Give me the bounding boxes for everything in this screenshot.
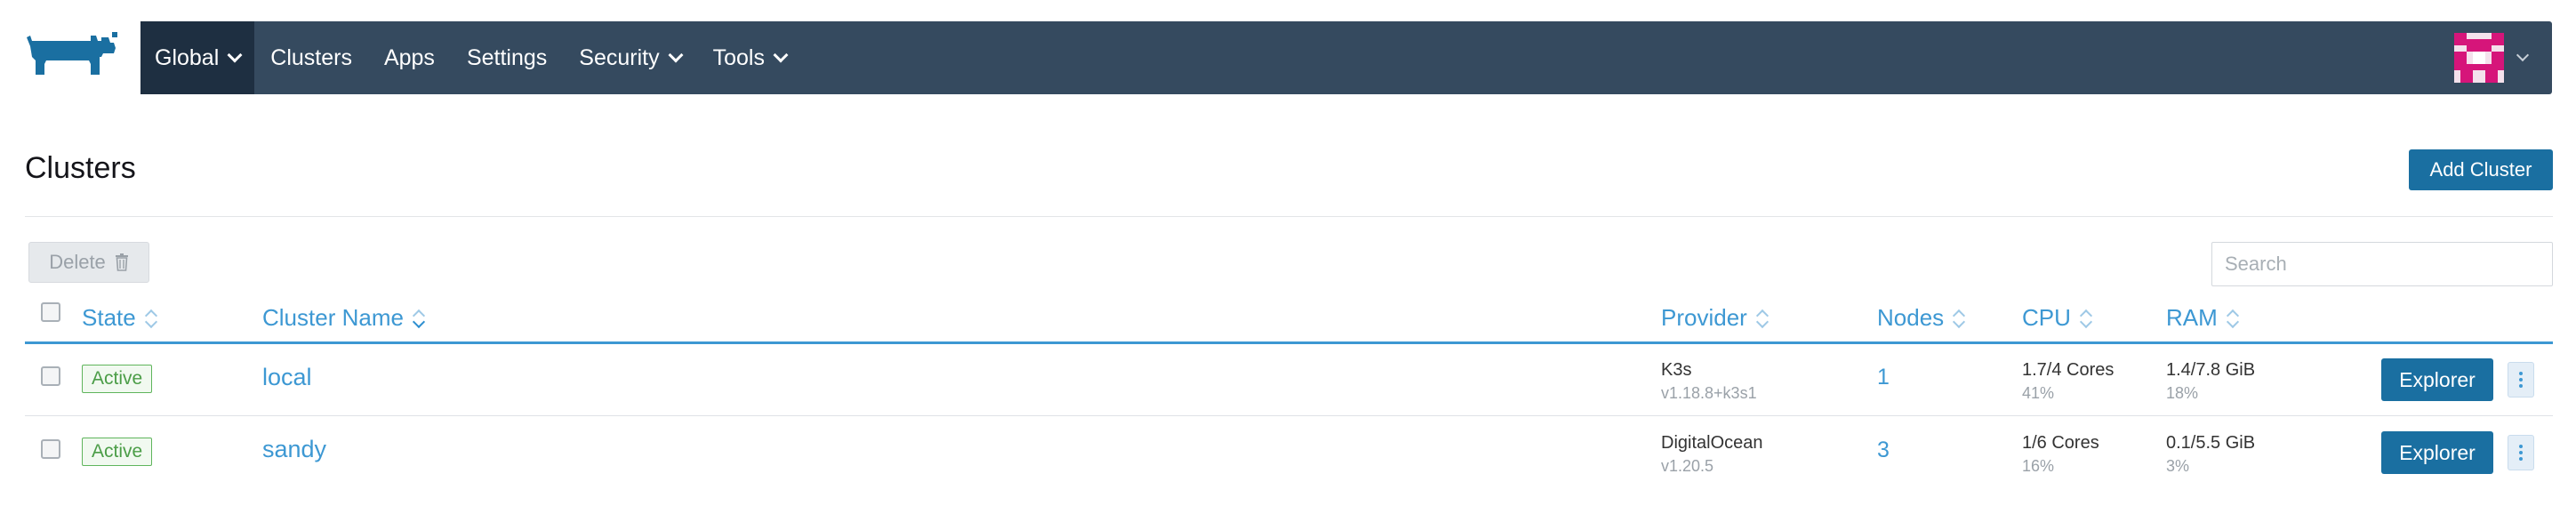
nav-item-label: Tools (712, 44, 765, 70)
row-divider (25, 415, 2553, 416)
nav-item-tools[interactable]: Tools (697, 21, 802, 94)
column-header-ram[interactable]: RAM (2166, 304, 2239, 332)
column-header-label: RAM (2166, 304, 2218, 331)
nav-item-clusters[interactable]: Clusters (254, 21, 368, 94)
nav-item-label: Global (155, 44, 220, 70)
column-header-label: CPU (2022, 304, 2071, 331)
trash-icon (115, 253, 128, 271)
nodes-count-link[interactable]: 3 (1877, 438, 1890, 463)
add-cluster-button[interactable]: Add Cluster (2409, 149, 2553, 190)
cpu-usage: 1/6 Cores (2022, 433, 2099, 453)
column-header-label: Nodes (1877, 304, 1945, 331)
nav-item-settings[interactable]: Settings (451, 21, 563, 94)
column-header-label: State (82, 304, 136, 331)
nav-item-global[interactable]: Global (140, 21, 255, 94)
nav-item-label: Apps (383, 44, 435, 70)
top-nav: Global Clusters Apps Settings Security T… (140, 21, 2552, 94)
delete-button-label: Delete (49, 251, 106, 273)
chevron-down-icon (2516, 48, 2530, 62)
chevron-down-icon (227, 47, 243, 63)
nav-item-security[interactable]: Security (563, 21, 696, 94)
page-title: Clusters (25, 151, 136, 185)
row-checkbox[interactable] (41, 439, 60, 459)
ram-usage: 0.1/5.5 GiB (2166, 433, 2256, 453)
row-actions-button[interactable] (2508, 362, 2534, 398)
chevron-down-icon (668, 47, 684, 63)
table-header-divider (25, 341, 2553, 344)
status-badge: Active (82, 365, 153, 393)
column-header-cpu[interactable]: CPU (2022, 304, 2092, 332)
column-header-provider[interactable]: Provider (1661, 304, 1769, 332)
avatar (2454, 33, 2504, 83)
nav-item-apps[interactable]: Apps (368, 21, 451, 94)
column-header-state[interactable]: State (82, 304, 157, 332)
delete-button[interactable]: Delete (28, 242, 149, 283)
ram-percent: 18% (2166, 384, 2199, 402)
select-all-checkbox[interactable] (41, 302, 60, 322)
sort-icon (2080, 309, 2092, 328)
sort-icon (145, 309, 157, 328)
status-badge: Active (82, 438, 153, 466)
provider-version: v1.18.8+k3s1 (1661, 384, 1757, 402)
sort-icon (413, 309, 425, 328)
nav-item-label: Security (579, 44, 660, 70)
chevron-down-icon (773, 47, 789, 63)
provider-name: DigitalOcean (1661, 433, 1763, 453)
explorer-button[interactable]: Explorer (2381, 358, 2493, 401)
cpu-percent: 41% (2022, 384, 2055, 402)
cluster-name-link[interactable]: local (262, 364, 312, 391)
rancher-logo-icon[interactable] (25, 30, 123, 87)
cluster-name-link[interactable]: sandy (262, 436, 326, 463)
nodes-count-link[interactable]: 1 (1877, 365, 1890, 390)
explorer-button[interactable]: Explorer (2381, 431, 2493, 474)
column-header-label: Cluster Name (262, 304, 404, 331)
provider-version: v1.20.5 (1661, 457, 1714, 475)
sort-icon (1756, 309, 1769, 328)
nav-item-label: Clusters (270, 44, 352, 70)
ram-percent: 3% (2166, 457, 2190, 475)
row-checkbox[interactable] (41, 366, 60, 386)
sort-icon (2227, 309, 2239, 328)
column-header-cluster-name[interactable]: Cluster Name (262, 304, 425, 332)
user-menu[interactable] (2454, 21, 2552, 94)
provider-name: K3s (1661, 360, 1692, 380)
cpu-percent: 16% (2022, 457, 2055, 475)
column-header-nodes[interactable]: Nodes (1877, 304, 1965, 332)
kebab-menu-icon (2519, 445, 2523, 461)
sort-icon (1953, 309, 1965, 328)
divider (25, 216, 2553, 217)
search-input[interactable] (2211, 242, 2553, 286)
cpu-usage: 1.7/4 Cores (2022, 360, 2115, 380)
kebab-menu-icon (2519, 372, 2523, 388)
column-header-label: Provider (1661, 304, 1747, 331)
nav-item-label: Settings (466, 44, 548, 70)
row-actions-button[interactable] (2508, 435, 2534, 470)
ram-usage: 1.4/7.8 GiB (2166, 360, 2256, 380)
